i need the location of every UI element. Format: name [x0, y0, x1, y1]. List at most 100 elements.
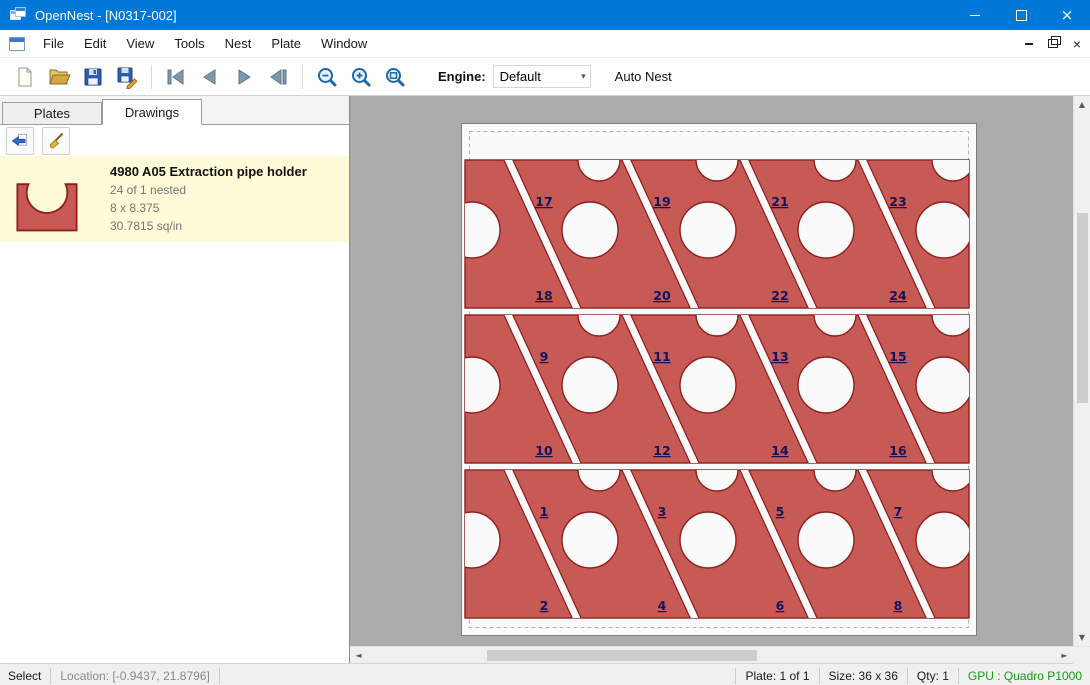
part-number-15[interactable]: 15: [889, 349, 906, 364]
status-separator: [219, 668, 220, 684]
menu-item-nest[interactable]: Nest: [215, 31, 262, 56]
drawing-list-item[interactable]: 4980 A05 Extraction pipe holder 24 of 1 …: [0, 156, 349, 242]
vertical-scroll-thumb[interactable]: [1077, 213, 1088, 403]
save-button[interactable]: [76, 62, 110, 92]
nest-canvas[interactable]: 171819202122232491011121314151612345678: [350, 96, 1073, 646]
app-icon: [10, 7, 26, 23]
menu-item-plate[interactable]: Plate: [261, 31, 311, 56]
part-number-17[interactable]: 17: [535, 194, 552, 209]
window-maximize-button[interactable]: [998, 0, 1044, 30]
part-number-1[interactable]: 1: [540, 504, 549, 519]
new-file-icon: [13, 65, 37, 89]
status-mode: Select: [8, 669, 41, 683]
status-gpu: GPU : Quadro P1000: [968, 669, 1082, 683]
open-button[interactable]: [42, 62, 76, 92]
toolbar-separator: [302, 65, 303, 89]
menu-item-window[interactable]: Window: [311, 31, 377, 56]
auto-nest-button[interactable]: Auto Nest: [607, 65, 680, 88]
plate[interactable]: 171819202122232491011121314151612345678: [461, 123, 977, 636]
last-plate-button[interactable]: [261, 62, 295, 92]
minimize-icon: [970, 15, 980, 16]
import-drawing-button[interactable]: [6, 127, 34, 155]
toolbar-separator: [151, 65, 152, 89]
nested-parts-view: 171819202122232491011121314151612345678: [462, 124, 976, 635]
zoom-out-icon: [315, 65, 339, 89]
zoom-out-button[interactable]: [310, 62, 344, 92]
horizontal-scrollbar[interactable]: ◄ ►: [350, 647, 1073, 663]
part-number-24[interactable]: 24: [889, 288, 907, 303]
status-qty: Qty: 1: [917, 669, 949, 683]
tab-plates[interactable]: Plates: [2, 102, 102, 124]
canvas-column: 171819202122232491011121314151612345678 …: [350, 96, 1090, 663]
drawing-title: 4980 A05 Extraction pipe holder: [110, 164, 307, 179]
window-close-button[interactable]: ×: [1044, 0, 1090, 30]
tab-drawings[interactable]: Drawings: [102, 99, 202, 125]
status-location: Location: [-0.9437, 21.8796]: [60, 669, 209, 683]
part-number-12[interactable]: 12: [653, 443, 670, 458]
scroll-down-icon[interactable]: ▼: [1074, 629, 1090, 646]
part-number-20[interactable]: 20: [653, 288, 671, 303]
title-bar: OpenNest - [N0317-002] ×: [0, 0, 1090, 30]
import-arrow-icon: [10, 131, 30, 151]
new-button[interactable]: [8, 62, 42, 92]
part-thumbnail: [8, 162, 86, 236]
left-panel: Plates Drawings 4980 A0: [0, 96, 350, 663]
part-number-14[interactable]: 14: [771, 443, 789, 458]
part-number-9[interactable]: 9: [540, 349, 549, 364]
mdi-child-icon: [9, 37, 25, 51]
drawing-nested-count: 24 of 1 nested: [110, 183, 307, 197]
clear-drawings-button[interactable]: [42, 127, 70, 155]
part-number-3[interactable]: 3: [658, 504, 667, 519]
menu-item-view[interactable]: View: [116, 31, 164, 56]
mdi-minimize-button[interactable]: [1018, 33, 1040, 55]
vertical-scrollbar[interactable]: ▲ ▼: [1073, 96, 1090, 646]
scrollbar-corner: [1073, 647, 1090, 664]
mdi-close-button[interactable]: ×: [1066, 33, 1088, 55]
engine-select[interactable]: Default ▾: [493, 65, 591, 88]
save-as-button[interactable]: [110, 62, 144, 92]
part-number-2[interactable]: 2: [540, 598, 549, 613]
part-number-11[interactable]: 11: [653, 349, 670, 364]
zoom-in-icon: [349, 65, 373, 89]
menu-item-tools[interactable]: Tools: [164, 31, 214, 56]
mdi-restore-button[interactable]: [1042, 33, 1064, 55]
part-number-23[interactable]: 23: [889, 194, 906, 209]
first-arrow-icon: [164, 65, 188, 89]
tab-strip: Plates Drawings: [0, 96, 349, 124]
main-area: Plates Drawings 4980 A0: [0, 96, 1090, 663]
next-plate-button[interactable]: [227, 62, 261, 92]
window-minimize-button[interactable]: [952, 0, 998, 30]
zoom-fit-button[interactable]: [378, 62, 412, 92]
broom-icon: [46, 131, 66, 151]
maximize-icon: [1016, 10, 1027, 21]
main-toolbar: Engine: Default ▾ Auto Nest: [0, 58, 1090, 96]
part-number-6[interactable]: 6: [776, 598, 785, 613]
part-number-8[interactable]: 8: [894, 598, 903, 613]
part-number-10[interactable]: 10: [535, 443, 553, 458]
part-number-18[interactable]: 18: [535, 288, 552, 303]
scroll-left-icon[interactable]: ◄: [350, 647, 367, 664]
part-number-16[interactable]: 16: [889, 443, 907, 458]
status-separator: [735, 668, 736, 684]
horizontal-scroll-thumb[interactable]: [487, 650, 757, 661]
scroll-up-icon[interactable]: ▲: [1074, 96, 1090, 113]
part-number-13[interactable]: 13: [771, 349, 788, 364]
status-separator: [907, 668, 908, 684]
first-plate-button[interactable]: [159, 62, 193, 92]
dropdown-arrow-icon: ▾: [581, 72, 590, 82]
menu-item-edit[interactable]: Edit: [74, 31, 116, 56]
drawings-toolbar: [0, 125, 349, 156]
part-number-21[interactable]: 21: [771, 194, 788, 209]
part-number-7[interactable]: 7: [894, 504, 903, 519]
part-number-4[interactable]: 4: [658, 598, 667, 613]
next-arrow-icon: [232, 65, 256, 89]
menu-item-file[interactable]: File: [33, 31, 74, 56]
part-number-19[interactable]: 19: [653, 194, 670, 209]
scroll-right-icon[interactable]: ►: [1056, 647, 1073, 664]
engine-label: Engine:: [438, 69, 486, 84]
zoom-fit-icon: [383, 65, 407, 89]
zoom-in-button[interactable]: [344, 62, 378, 92]
part-number-5[interactable]: 5: [776, 504, 785, 519]
previous-plate-button[interactable]: [193, 62, 227, 92]
part-number-22[interactable]: 22: [771, 288, 788, 303]
